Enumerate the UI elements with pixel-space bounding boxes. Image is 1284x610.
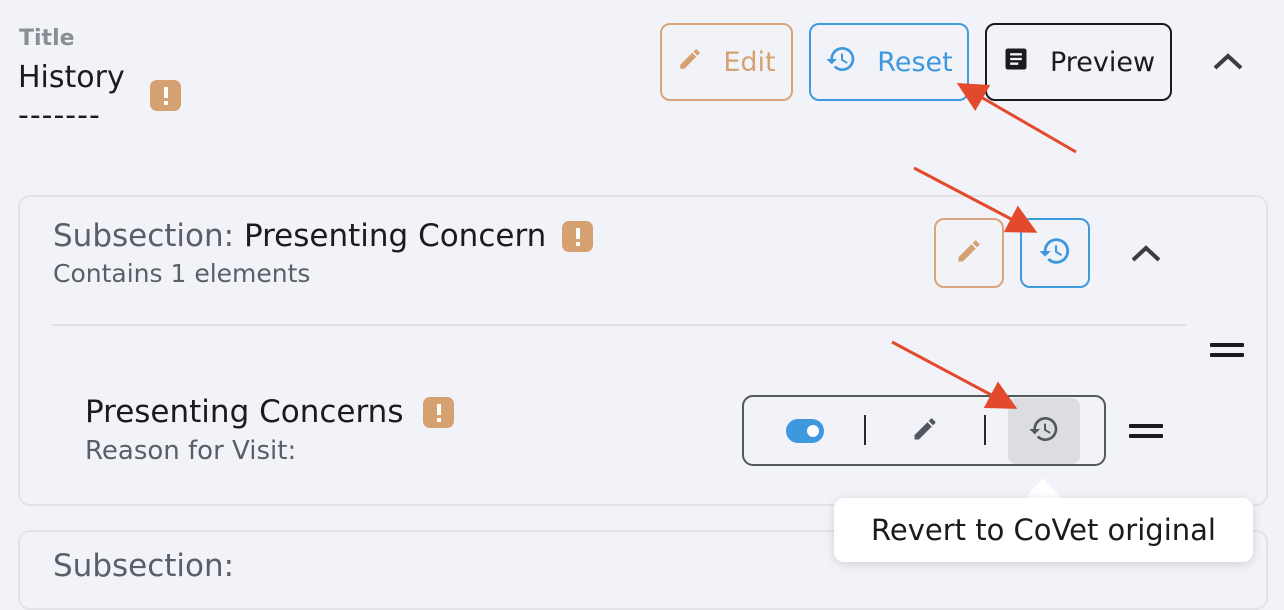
document-icon	[1002, 45, 1030, 80]
history-icon	[825, 43, 857, 82]
history-icon	[1038, 234, 1072, 272]
page-title: History	[18, 60, 125, 95]
collapse-section-button[interactable]	[1206, 48, 1250, 78]
preview-button-label: Preview	[1049, 46, 1156, 78]
pencil-icon	[911, 415, 939, 447]
subsection-name: Presenting Concern	[243, 218, 547, 254]
element-toolbar	[742, 395, 1106, 466]
toolbar-separator	[864, 415, 866, 445]
subsection2-prefix: Subsection:	[53, 548, 235, 584]
pencil-icon	[677, 46, 703, 79]
title-underline: -------	[18, 98, 101, 133]
subsection-prefix: Subsection:	[53, 218, 235, 254]
element-meta: Reason for Visit:	[85, 436, 297, 466]
edit-button-label: Edit	[723, 46, 776, 78]
chevron-up-icon	[1130, 243, 1162, 267]
tooltip-arrow	[1025, 478, 1061, 498]
revert-tooltip: Revert to CoVet original	[834, 498, 1253, 562]
toolbar-separator	[984, 415, 986, 445]
reset-button-label: Reset	[877, 46, 953, 78]
subsection-divider	[52, 324, 1186, 326]
history-icon	[1028, 413, 1060, 449]
edit-subsection-button[interactable]	[934, 218, 1004, 288]
subsection-title: Subsection: Presenting Concern	[53, 218, 546, 254]
warning-icon	[562, 221, 593, 252]
title-label: Title	[19, 26, 75, 51]
drag-handle-icon[interactable]	[1210, 343, 1244, 357]
warning-icon	[150, 80, 181, 111]
edit-element-button[interactable]	[907, 415, 943, 447]
collapse-subsection-button[interactable]	[1124, 240, 1168, 270]
chevron-up-icon	[1212, 51, 1244, 75]
warning-icon	[423, 397, 454, 428]
reset-subsection-button[interactable]	[1020, 218, 1090, 288]
drag-handle-icon[interactable]	[1129, 424, 1163, 438]
subsection-meta: Contains 1 elements	[53, 259, 311, 288]
reset-button[interactable]: Reset	[809, 23, 969, 101]
element-title: Presenting Concerns	[85, 394, 404, 430]
preview-button[interactable]: Preview	[985, 23, 1172, 101]
revert-element-button[interactable]	[1008, 398, 1080, 464]
edit-button[interactable]: Edit	[660, 23, 793, 101]
toggle-switch[interactable]	[786, 419, 824, 443]
pencil-icon	[955, 237, 983, 269]
